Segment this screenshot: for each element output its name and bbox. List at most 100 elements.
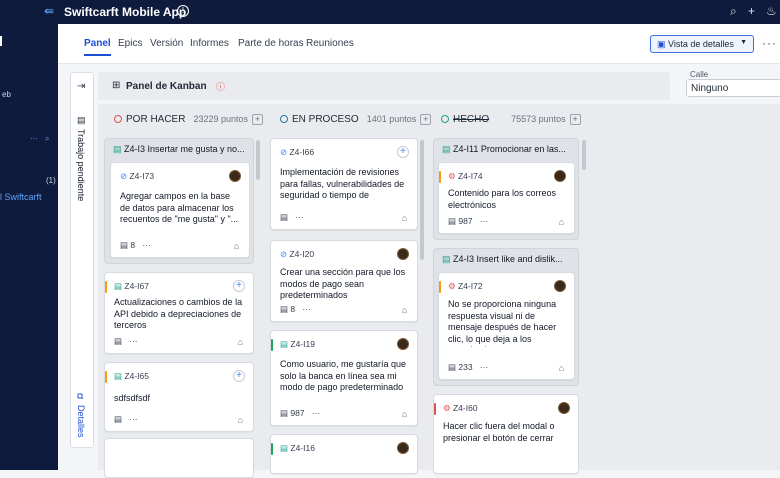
column-name: POR HACER bbox=[126, 114, 186, 125]
story-icon: ▤ bbox=[114, 371, 125, 381]
kanban-header: ⊞ Panel de Kanban ⓘ bbox=[98, 72, 670, 100]
tab-epics[interactable]: Epics bbox=[118, 38, 142, 49]
plus-icon[interactable]: + bbox=[748, 4, 755, 18]
scrollbar[interactable] bbox=[420, 140, 424, 260]
street-select[interactable]: Ninguno bbox=[686, 79, 780, 97]
tag-icon[interactable]: ⌂ bbox=[234, 241, 239, 251]
top-bar: ⇚ Swiftcarft Mobile App ! ⌕ + ♨ bbox=[0, 0, 780, 24]
tab-version[interactable]: Versión bbox=[150, 38, 183, 49]
add-assignee-icon[interactable]: + bbox=[397, 146, 409, 158]
issue-text: Como usuario, me gustaría que solo la ba… bbox=[280, 359, 407, 392]
add-assignee-icon[interactable]: + bbox=[233, 280, 245, 292]
add-icon[interactable]: + bbox=[420, 114, 432, 125]
alert-icon[interactable]: ⓘ bbox=[216, 80, 225, 93]
story-icon: ▤ bbox=[113, 144, 125, 154]
backlog-icon: ▤ bbox=[77, 115, 86, 125]
left-nav: eb ··· ⌕ (1) l Swiftcarft bbox=[0, 24, 58, 470]
issue-card[interactable]: ▤ Z4-I65 + sdfsdfsdf ▤ ··· ⌂ bbox=[104, 362, 254, 432]
avatar[interactable] bbox=[397, 442, 409, 454]
issue-footer: ▤ ··· bbox=[114, 414, 138, 424]
add-assignee-icon[interactable]: + bbox=[233, 370, 245, 382]
tab-parte-de-horas[interactable]: Parte de horas bbox=[238, 38, 304, 49]
status-icon bbox=[280, 115, 288, 123]
issue-text: sdfsdfsdf bbox=[114, 393, 151, 403]
more-icon[interactable]: ··· bbox=[30, 134, 38, 143]
issue-key: ⚙ Z4-I60 bbox=[443, 403, 478, 413]
avatar[interactable] bbox=[397, 338, 409, 350]
nav-marker bbox=[0, 36, 2, 46]
search-icon[interactable]: ⌕ bbox=[45, 134, 49, 144]
bug-icon: ⚙ bbox=[448, 281, 458, 291]
issue-key: ▤ Z4-I16 bbox=[280, 443, 315, 453]
tab-panel[interactable]: Panel bbox=[84, 38, 111, 56]
issue-key: ▤ Z4-I67 bbox=[114, 281, 149, 291]
info-icon[interactable]: ! bbox=[177, 5, 189, 17]
issue-card[interactable]: ▤ Z4-I19 Como usuario, me gustaría que s… bbox=[270, 330, 418, 426]
issue-text: Actualizaciones o cambios de la API debi… bbox=[114, 297, 243, 330]
story-icon: ▤ bbox=[114, 281, 125, 291]
issue-text: Hacer clic fuera del modal o presionar e… bbox=[443, 421, 555, 443]
story-icon: ▤ bbox=[280, 339, 291, 349]
column-points: 23229 puntos bbox=[193, 114, 249, 124]
avatar[interactable] bbox=[397, 248, 409, 260]
avatar[interactable] bbox=[554, 280, 566, 292]
nav-item-project[interactable]: l Swiftcarft bbox=[0, 192, 42, 202]
scrollbar[interactable] bbox=[256, 140, 260, 180]
issue-card[interactable]: ⊘ Z4-I66 + Implementación de revisiones … bbox=[270, 138, 418, 230]
toggle-icon[interactable]: ⇚ bbox=[44, 4, 54, 18]
priority-bar bbox=[105, 281, 107, 293]
nav-count: (1) bbox=[46, 176, 56, 185]
issue-footer: ▤ 233 ··· bbox=[448, 362, 489, 372]
details-tab[interactable]: Detalles bbox=[76, 405, 86, 438]
avatar[interactable] bbox=[554, 170, 566, 182]
add-icon[interactable]: + bbox=[252, 114, 264, 125]
street-filter: Calle Ninguno bbox=[680, 68, 780, 100]
column-name: EN PROCESO bbox=[292, 114, 359, 125]
side-panel: ⇥ ▤ Trabajo pendiente ⧉ Detalles bbox=[70, 72, 94, 448]
issue-footer: ▤ 8 ··· bbox=[280, 304, 311, 314]
tag-icon[interactable]: ⌂ bbox=[402, 409, 407, 419]
bell-icon[interactable]: ♨ bbox=[766, 4, 777, 18]
more-options-icon[interactable]: ··· bbox=[762, 36, 777, 50]
nav-item-web[interactable]: eb bbox=[2, 90, 11, 99]
issue-card[interactable]: ⊘ Z4-I73 Agregar campos en la base de da… bbox=[110, 162, 250, 258]
backlog-tab[interactable]: Trabajo pendiente bbox=[76, 129, 86, 201]
tag-icon[interactable]: ⌂ bbox=[402, 305, 407, 315]
details-icon: ⧉ bbox=[77, 391, 84, 401]
column-points: 75573 puntos bbox=[511, 114, 566, 124]
tag-icon[interactable]: ⌂ bbox=[402, 213, 407, 223]
issue-key: ▤ Z4-I19 bbox=[280, 339, 315, 349]
issue-card[interactable]: ▤ Z4-I16 bbox=[270, 434, 418, 474]
issue-card[interactable]: ⚙ Z4-I72 No se proporciona ninguna respu… bbox=[438, 272, 575, 380]
issue-card[interactable]: ⊘ Z4-I20 Crear una sección para que los … bbox=[270, 240, 418, 322]
search-icon[interactable]: ⌕ bbox=[730, 4, 737, 19]
epic-title: ▤ Z4-I3 Insertar me gusta y no... bbox=[113, 144, 245, 154]
tab-reuniones[interactable]: Reuniones bbox=[306, 38, 354, 49]
issue-footer: ▤ 8 ··· bbox=[120, 240, 151, 250]
avatar[interactable] bbox=[558, 402, 570, 414]
issue-key: ⚙ Z4-I74 bbox=[448, 171, 483, 181]
status-icon bbox=[114, 115, 122, 123]
view-select[interactable]: ▣ Vista de detalles ▼ bbox=[650, 35, 754, 53]
column-header-done: HECHO 75573 puntos + bbox=[441, 114, 581, 125]
tab-informes[interactable]: Informes bbox=[190, 38, 229, 49]
issue-card[interactable]: ⚙ Z4-I60 Hacer clic fuera del modal o pr… bbox=[433, 394, 579, 474]
chevron-down-icon: ▼ bbox=[740, 39, 747, 46]
avatar[interactable] bbox=[229, 170, 241, 182]
priority-bar bbox=[439, 281, 441, 293]
issue-card[interactable] bbox=[104, 438, 254, 478]
scrollbar[interactable] bbox=[582, 140, 586, 170]
issue-key: ⊘ Z4-I66 bbox=[280, 147, 315, 157]
bug-icon: ⚙ bbox=[448, 171, 458, 181]
add-icon[interactable]: + bbox=[569, 114, 581, 125]
kanban-icon: ⊞ bbox=[112, 80, 121, 91]
view-label: Vista de detalles bbox=[668, 39, 734, 49]
arrow-in-icon[interactable]: ⇥ bbox=[77, 81, 85, 92]
tag-icon[interactable]: ⌂ bbox=[238, 337, 243, 347]
issue-card[interactable]: ⚙ Z4-I74 Contenido para los correos elec… bbox=[438, 162, 575, 234]
tag-icon[interactable]: ⌂ bbox=[559, 217, 564, 227]
issue-text: Agregar campos en la base de datos para … bbox=[120, 191, 239, 224]
tag-icon[interactable]: ⌂ bbox=[238, 415, 243, 425]
issue-card[interactable]: ▤ Z4-I67 + Actualizaciones o cambios de … bbox=[104, 272, 254, 354]
tag-icon[interactable]: ⌂ bbox=[559, 363, 564, 373]
